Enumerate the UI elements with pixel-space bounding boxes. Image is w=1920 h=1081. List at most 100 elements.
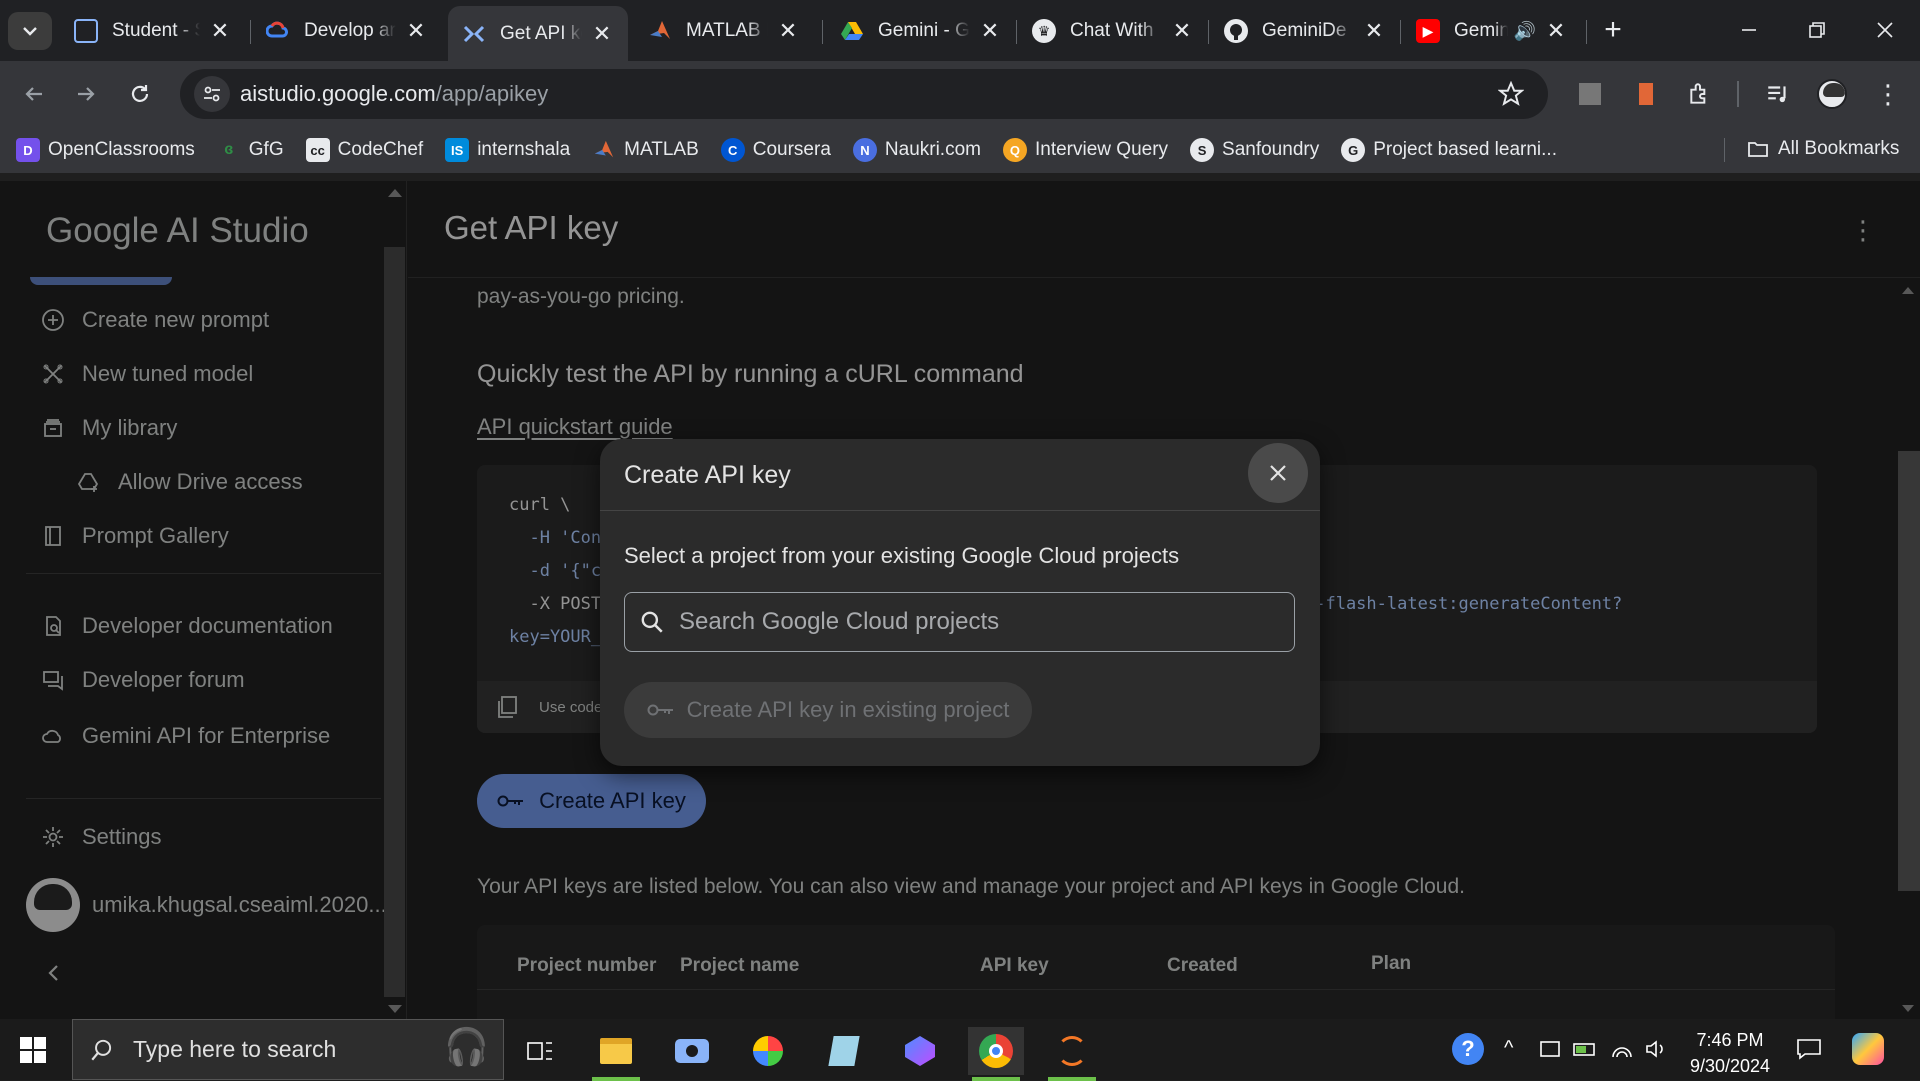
github-icon bbox=[1224, 19, 1248, 43]
reload-button[interactable] bbox=[120, 74, 160, 114]
folder-icon bbox=[1746, 137, 1770, 161]
search-highlight-icon: 🎧 bbox=[444, 1026, 489, 1067]
gfg-icon: ɞ bbox=[224, 141, 234, 158]
close-tab-icon[interactable]: ✕ bbox=[404, 18, 428, 43]
battery-icon[interactable] bbox=[1572, 1037, 1598, 1061]
openclassrooms-icon: D bbox=[16, 138, 40, 162]
student-icon bbox=[74, 19, 98, 43]
chrome-icon[interactable] bbox=[968, 1027, 1024, 1081]
forward-button[interactable] bbox=[66, 74, 106, 114]
camera-icon[interactable] bbox=[664, 1027, 720, 1075]
url-text: aistudio.google.com/app/apikey bbox=[240, 81, 549, 106]
media-control-icon[interactable] bbox=[1758, 74, 1798, 114]
bookmark-openclassrooms[interactable]: D OpenClassrooms bbox=[16, 138, 195, 162]
project-search-field[interactable] bbox=[624, 592, 1295, 652]
windows-taskbar: Type here to search 🎧 ? ^ 7:46 PM 9/30/2… bbox=[0, 1019, 1920, 1081]
tab-student[interactable]: Student - S ✕ bbox=[60, 8, 246, 54]
notifications-icon[interactable] bbox=[1796, 1037, 1822, 1061]
chevron-up-icon[interactable]: ^ bbox=[1504, 1037, 1513, 1060]
bookmark-star-icon[interactable] bbox=[1498, 81, 1524, 107]
tab-develop[interactable]: Develop ar ✕ bbox=[252, 8, 442, 54]
file-explorer-icon[interactable] bbox=[588, 1027, 644, 1081]
matlab-icon bbox=[592, 138, 616, 162]
bookmark-coursera[interactable]: C Coursera bbox=[720, 138, 831, 162]
arrow-right-icon bbox=[78, 87, 95, 101]
wifi-icon[interactable] bbox=[1610, 1037, 1634, 1061]
speaker-icon[interactable]: 🔊 bbox=[1514, 21, 1536, 42]
dialog-title: Create API key bbox=[624, 461, 791, 489]
drive-icon bbox=[840, 19, 864, 43]
bookmark-matlab[interactable]: MATLAB bbox=[592, 138, 699, 162]
sync-icon[interactable] bbox=[1538, 1037, 1562, 1061]
address-bar[interactable]: aistudio.google.com/app/apikey bbox=[180, 69, 1548, 119]
dialog-close-button[interactable] bbox=[1248, 443, 1308, 503]
close-tab-icon[interactable]: ✕ bbox=[978, 18, 1002, 43]
copilot-icon[interactable] bbox=[892, 1027, 948, 1075]
close-tab-icon[interactable]: ✕ bbox=[1544, 18, 1568, 43]
tab-github[interactable]: GeminiDe ✕ bbox=[1210, 8, 1400, 54]
search-icon bbox=[91, 1039, 112, 1060]
search-icon bbox=[641, 611, 663, 633]
all-bookmarks-button[interactable]: All Bookmarks bbox=[1746, 137, 1899, 161]
close-tab-icon[interactable]: ✕ bbox=[776, 18, 800, 43]
clock[interactable]: 7:46 PM 9/30/2024 bbox=[1680, 1027, 1780, 1079]
key-icon bbox=[647, 704, 673, 716]
codechef-icon: cc bbox=[305, 138, 330, 162]
browser-tab-strip: Student - S ✕ Develop ar ✕ Get API ke ✕ … bbox=[0, 0, 1920, 61]
bookmark-naukri[interactable]: N Naukri.com bbox=[852, 138, 981, 162]
extensions-puzzle-icon[interactable] bbox=[1680, 74, 1720, 114]
tab-gemini-drive[interactable]: Gemini - G ✕ bbox=[826, 8, 1016, 54]
bookmark-sanfoundry[interactable]: S Sanfoundry bbox=[1190, 138, 1319, 162]
create-key-existing-project-button[interactable]: Create API key in existing project bbox=[624, 682, 1032, 738]
close-window-button[interactable] bbox=[1860, 10, 1910, 50]
naukri-icon: N bbox=[852, 138, 877, 162]
tab-chat-with[interactable]: ♛ Chat With ✕ bbox=[1018, 8, 1208, 54]
tab-get-api-key[interactable]: Get API ke ✕ bbox=[448, 6, 628, 61]
task-view-icon[interactable] bbox=[512, 1027, 568, 1075]
tab-youtube[interactable]: ▶ Gemin 🔊 ✕ bbox=[1402, 8, 1582, 54]
reload-icon bbox=[131, 85, 149, 102]
profile-avatar[interactable] bbox=[1812, 74, 1852, 114]
extension-orange-icon[interactable] bbox=[1626, 74, 1666, 114]
create-api-key-dialog: Create API key Select a project from you… bbox=[600, 439, 1320, 766]
restore-button[interactable] bbox=[1792, 10, 1842, 50]
close-tab-icon[interactable]: ✕ bbox=[1362, 18, 1386, 43]
bookmark-internshala[interactable]: IS internshala bbox=[445, 138, 570, 162]
arrow-left-icon bbox=[25, 87, 42, 101]
taskbar-search-box[interactable]: Type here to search 🎧 bbox=[72, 1019, 504, 1080]
bookmark-gfg[interactable]: ɞ GfG bbox=[217, 138, 283, 162]
close-tab-icon[interactable]: ✕ bbox=[590, 21, 614, 46]
volume-icon[interactable] bbox=[1644, 1037, 1668, 1061]
browser-menu-icon[interactable]: ⋮ bbox=[1868, 74, 1908, 114]
browser-toolbar: aistudio.google.com/app/apikey ⋮ bbox=[0, 61, 1920, 127]
project-search-input[interactable] bbox=[679, 608, 1294, 636]
copilot-pre-icon[interactable] bbox=[1852, 1033, 1884, 1065]
help-icon[interactable]: ? bbox=[1452, 1033, 1484, 1065]
new-tab-button[interactable]: + bbox=[1588, 10, 1638, 50]
coursera-icon: C bbox=[720, 138, 745, 162]
google-cloud-icon bbox=[266, 19, 290, 43]
close-tab-icon[interactable]: ✕ bbox=[208, 18, 232, 43]
minimize-button[interactable] bbox=[1724, 10, 1774, 50]
interview-query-icon: Q bbox=[1002, 138, 1027, 162]
chevron-down-icon bbox=[23, 27, 37, 36]
globe-icon: S bbox=[1190, 138, 1215, 162]
close-tab-icon[interactable]: ✕ bbox=[1170, 18, 1194, 43]
matlab-icon bbox=[648, 19, 672, 43]
back-button[interactable] bbox=[14, 74, 54, 114]
youtube-icon: ▶ bbox=[1416, 19, 1440, 43]
bookmark-project-based[interactable]: G Project based learni... bbox=[1341, 138, 1557, 162]
jupyter-icon[interactable] bbox=[1044, 1027, 1100, 1081]
tab-search-button[interactable] bbox=[8, 12, 52, 50]
tab-matlab[interactable]: MATLAB H ✕ bbox=[634, 8, 814, 54]
internshala-icon: IS bbox=[445, 138, 470, 162]
notes-icon[interactable] bbox=[816, 1027, 872, 1075]
dialog-description: Select a project from your existing Goog… bbox=[624, 543, 1180, 568]
paint-icon[interactable] bbox=[740, 1027, 796, 1075]
bookmark-codechef[interactable]: cc CodeChef bbox=[305, 138, 423, 162]
close-icon bbox=[1270, 465, 1286, 481]
site-info-icon[interactable] bbox=[194, 76, 230, 112]
windows-start-icon[interactable] bbox=[20, 1037, 46, 1063]
bookmark-interview-query[interactable]: Q Interview Query bbox=[1002, 138, 1168, 162]
extension-gray-icon[interactable] bbox=[1570, 74, 1610, 114]
